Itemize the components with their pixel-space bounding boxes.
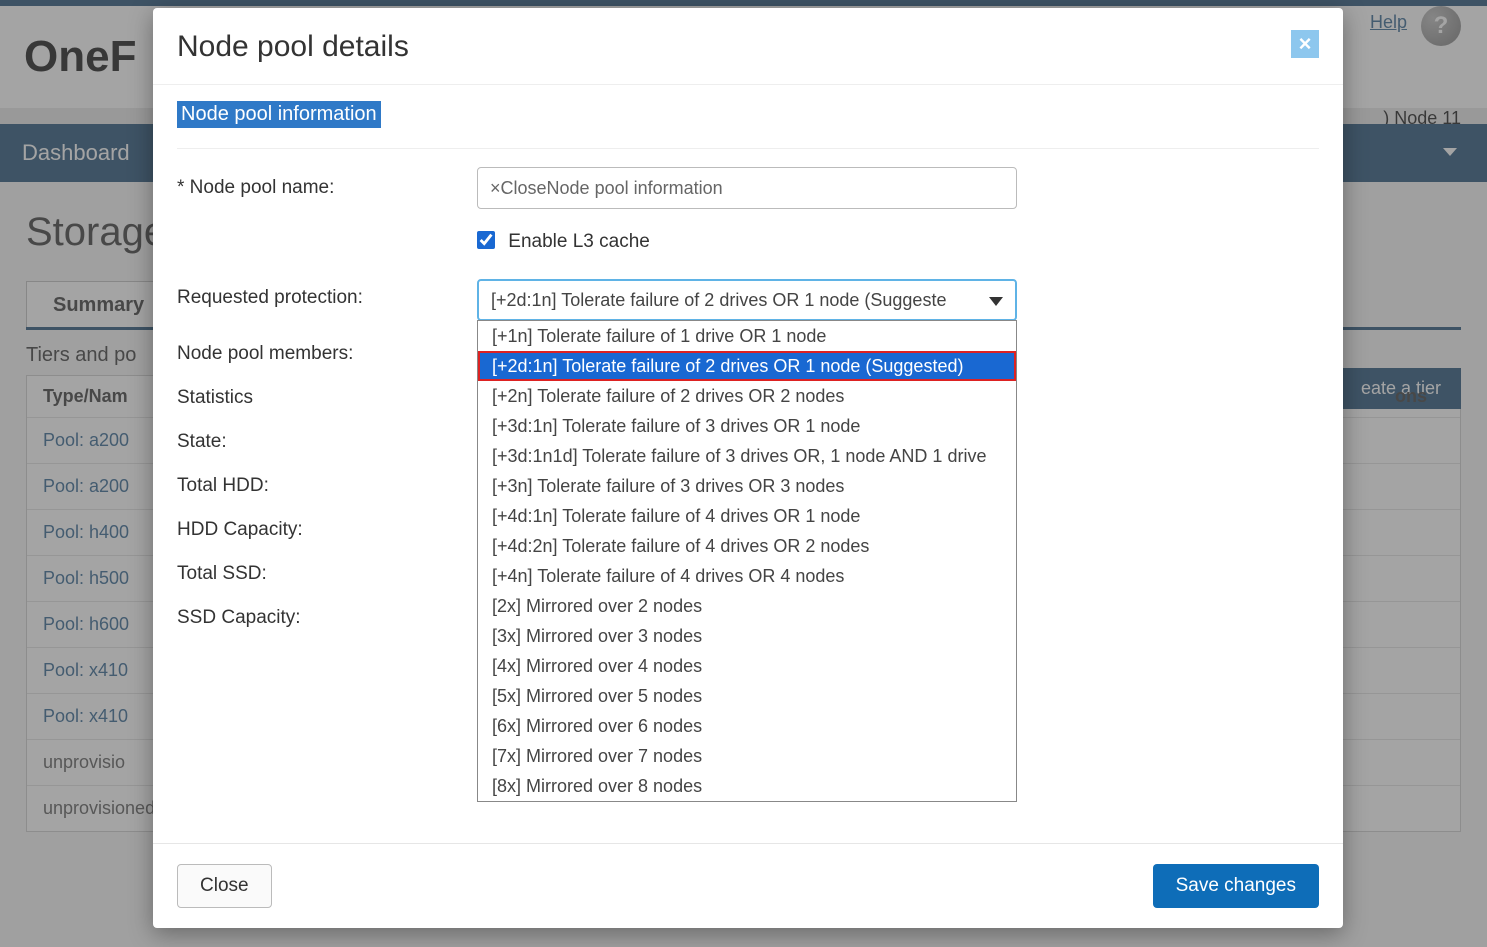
protection-option[interactable]: [+1n] Tolerate failure of 1 drive OR 1 n…	[478, 321, 1016, 351]
protection-option[interactable]: [4x] Mirrored over 4 nodes	[478, 651, 1016, 681]
protection-option[interactable]: [5x] Mirrored over 5 nodes	[478, 681, 1016, 711]
label-total-ssd: Total SSD:	[177, 563, 477, 585]
protection-option[interactable]: [8x] Mirrored over 8 nodes	[478, 771, 1016, 801]
protection-option[interactable]: [+2n] Tolerate failure of 2 drives OR 2 …	[478, 381, 1016, 411]
protection-option[interactable]: [+3n] Tolerate failure of 3 drives OR 3 …	[478, 471, 1016, 501]
label-node-pool-name: * Node pool name:	[177, 177, 477, 199]
label-requested-protection: Requested protection:	[177, 279, 477, 309]
l3-cache-text: Enable L3 cache	[508, 231, 650, 252]
node-pool-details-modal: Node pool details × Node pool informatio…	[153, 8, 1343, 928]
label-total-hdd: Total HDD:	[177, 475, 477, 497]
protection-option[interactable]: [+4n] Tolerate failure of 4 drives OR 4 …	[478, 561, 1016, 591]
modal-title: Node pool details	[177, 30, 409, 64]
protection-option[interactable]: [+3d:1n] Tolerate failure of 3 drives OR…	[478, 411, 1016, 441]
label-statistics: Statistics	[177, 387, 477, 409]
protection-option[interactable]: [+4d:1n] Tolerate failure of 4 drives OR…	[478, 501, 1016, 531]
protection-option[interactable]: [+2d:1n] Tolerate failure of 2 drives OR…	[478, 351, 1016, 381]
protection-option[interactable]: [+3d:1n1d] Tolerate failure of 3 drives …	[478, 441, 1016, 471]
label-ssd-capacity: SSD Capacity:	[177, 607, 477, 629]
divider	[177, 148, 1319, 149]
protection-option[interactable]: [2x] Mirrored over 2 nodes	[478, 591, 1016, 621]
label-hdd-capacity: HDD Capacity:	[177, 519, 477, 541]
protection-option[interactable]: [+4d:2n] Tolerate failure of 4 drives OR…	[478, 531, 1016, 561]
protection-selected-text: [+2d:1n] Tolerate failure of 2 drives OR…	[491, 290, 946, 310]
protection-option[interactable]: [6x] Mirrored over 6 nodes	[478, 711, 1016, 741]
l3-cache-checkbox[interactable]	[477, 231, 495, 249]
section-title: Node pool information	[177, 101, 381, 128]
protection-option[interactable]: [3x] Mirrored over 3 nodes	[478, 621, 1016, 651]
save-changes-button[interactable]: Save changes	[1153, 864, 1319, 908]
protection-dropdown-list: [+1n] Tolerate failure of 1 drive OR 1 n…	[477, 320, 1017, 802]
label-node-pool-members: Node pool members:	[177, 343, 477, 365]
node-pool-name-input[interactable]	[477, 167, 1017, 209]
close-icon[interactable]: ×	[1291, 30, 1319, 58]
label-state: State:	[177, 431, 477, 453]
l3-cache-label[interactable]: Enable L3 cache	[477, 231, 650, 252]
close-button[interactable]: Close	[177, 864, 272, 908]
requested-protection-select[interactable]: [+2d:1n] Tolerate failure of 2 drives OR…	[477, 279, 1017, 321]
protection-option[interactable]: [7x] Mirrored over 7 nodes	[478, 741, 1016, 771]
